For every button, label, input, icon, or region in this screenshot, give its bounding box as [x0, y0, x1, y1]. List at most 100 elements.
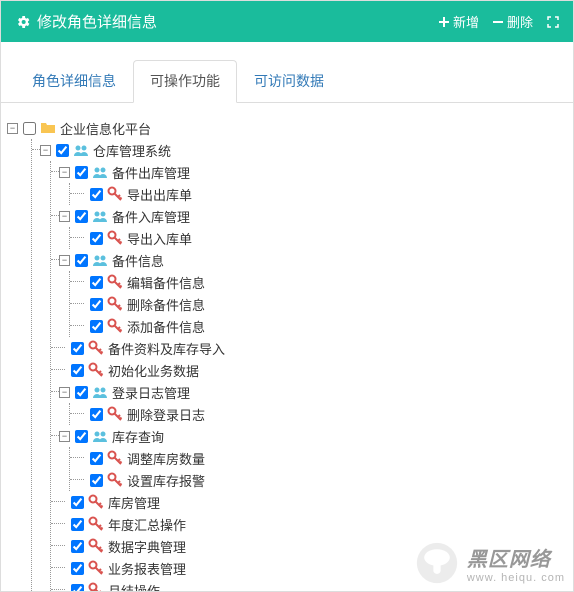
tree-label: 企业信息化平台 — [58, 119, 153, 138]
tree-label: 导出出库单 — [125, 185, 194, 204]
tree-row[interactable]: 月结操作 — [51, 579, 561, 592]
tree-label: 导出入库单 — [125, 229, 194, 248]
tree-label: 删除备件信息 — [125, 295, 207, 314]
tree-row[interactable]: 初始化业务数据 — [51, 359, 561, 381]
tree-checkbox[interactable] — [71, 562, 84, 575]
tree-toggle[interactable]: − — [59, 387, 70, 398]
tree-row[interactable]: 导出入库单 — [70, 227, 561, 249]
tree-label: 备件资料及库存导入 — [106, 339, 227, 358]
tree-row[interactable]: 库房管理 — [51, 491, 561, 513]
key-icon — [107, 406, 123, 422]
tree-row[interactable]: − 库存查询 — [51, 425, 561, 447]
tree-checkbox[interactable] — [75, 386, 88, 399]
tree-row[interactable]: 年度汇总操作 — [51, 513, 561, 535]
tree-row[interactable]: 调整库房数量 — [70, 447, 561, 469]
tree-checkbox[interactable] — [90, 452, 103, 465]
tree-label: 编辑备件信息 — [125, 273, 207, 292]
tree-label: 库存查询 — [110, 427, 166, 446]
tree-label: 数据字典管理 — [106, 537, 188, 556]
permission-tree: −企业信息化平台−仓库管理系统−备件出库管理导出出库单−备件入库管理导出入库单−… — [1, 103, 573, 592]
key-icon — [88, 494, 104, 510]
tree-checkbox[interactable] — [71, 518, 84, 531]
tree-row[interactable]: 删除登录日志 — [70, 403, 561, 425]
tree-row[interactable]: −企业信息化平台 — [13, 117, 561, 139]
key-icon — [107, 186, 123, 202]
tree-checkbox[interactable] — [75, 166, 88, 179]
key-icon — [88, 516, 104, 532]
tab-1[interactable]: 可操作功能 — [133, 60, 237, 103]
group-icon — [92, 384, 108, 400]
tree-row[interactable]: 编辑备件信息 — [70, 271, 561, 293]
tree-checkbox[interactable] — [90, 298, 103, 311]
tree-checkbox[interactable] — [75, 254, 88, 267]
tree-checkbox[interactable] — [71, 496, 84, 509]
tree-row[interactable]: −备件入库管理 — [51, 205, 561, 227]
tree-checkbox[interactable] — [75, 430, 88, 443]
tree-checkbox[interactable] — [90, 320, 103, 333]
delete-button[interactable]: 删除 — [493, 12, 533, 31]
tree-label: 库房管理 — [106, 493, 162, 512]
tree-row[interactable]: − 仓库管理系统 — [32, 139, 561, 161]
tree-checkbox[interactable] — [56, 144, 69, 157]
folder-icon — [40, 120, 56, 136]
expand-button[interactable] — [547, 16, 559, 28]
group-icon — [92, 208, 108, 224]
tree-label: 备件信息 — [110, 251, 166, 270]
tree-row[interactable]: 导出出库单 — [70, 183, 561, 205]
tree-label: 调整库房数量 — [125, 449, 207, 468]
tree-row[interactable]: 备件资料及库存导入 — [51, 337, 561, 359]
key-icon — [88, 340, 104, 356]
key-icon — [88, 560, 104, 576]
key-icon — [107, 318, 123, 334]
panel-title: 修改角色详细信息 — [37, 11, 157, 32]
tab-0[interactable]: 角色详细信息 — [15, 60, 133, 102]
tree-toggle[interactable]: − — [59, 255, 70, 266]
expand-icon — [547, 16, 559, 28]
tree-row[interactable]: − 备件出库管理 — [51, 161, 561, 183]
tree-row[interactable]: − 登录日志管理 — [51, 381, 561, 403]
tree-checkbox[interactable] — [90, 276, 103, 289]
tree-row[interactable]: 业务报表管理 — [51, 557, 561, 579]
add-button[interactable]: 新增 — [439, 12, 479, 31]
group-icon — [73, 142, 89, 158]
tree-label: 登录日志管理 — [110, 383, 192, 402]
tree-label: 添加备件信息 — [125, 317, 207, 336]
tree-toggle[interactable]: − — [40, 145, 51, 156]
tree-label: 年度汇总操作 — [106, 515, 188, 534]
tree-checkbox[interactable] — [90, 232, 103, 245]
tree-checkbox[interactable] — [23, 122, 36, 135]
tree-row[interactable]: 删除备件信息 — [70, 293, 561, 315]
tree-row[interactable]: 数据字典管理 — [51, 535, 561, 557]
tree-checkbox[interactable] — [90, 408, 103, 421]
tree-checkbox[interactable] — [71, 364, 84, 377]
key-icon — [88, 582, 104, 592]
tree-label: 设置库存报警 — [125, 471, 207, 490]
tree-row[interactable]: 添加备件信息 — [70, 315, 561, 337]
tree-toggle[interactable]: − — [59, 431, 70, 442]
tab-2[interactable]: 可访问数据 — [237, 60, 341, 102]
tree-row[interactable]: 设置库存报警 — [70, 469, 561, 491]
tree-toggle[interactable]: − — [7, 123, 18, 134]
cogs-icon — [15, 14, 31, 30]
tree-checkbox[interactable] — [90, 188, 103, 201]
key-icon — [107, 472, 123, 488]
key-icon — [107, 296, 123, 312]
tree-label: 仓库管理系统 — [91, 141, 173, 160]
tree-checkbox[interactable] — [71, 584, 84, 592]
tree-checkbox[interactable] — [71, 540, 84, 553]
plus-icon — [439, 17, 449, 27]
minus-icon — [493, 17, 503, 27]
tree-label: 初始化业务数据 — [106, 361, 201, 380]
tree-label: 备件出库管理 — [110, 163, 192, 182]
tree-row[interactable]: − 备件信息 — [51, 249, 561, 271]
tree-checkbox[interactable] — [71, 342, 84, 355]
tree-checkbox[interactable] — [90, 474, 103, 487]
group-icon — [92, 164, 108, 180]
group-icon — [92, 428, 108, 444]
tree-checkbox[interactable] — [75, 210, 88, 223]
tree-toggle[interactable]: − — [59, 211, 70, 222]
tree-label: 删除登录日志 — [125, 405, 207, 424]
tree-label: 业务报表管理 — [106, 559, 188, 578]
key-icon — [88, 538, 104, 554]
tree-toggle[interactable]: − — [59, 167, 70, 178]
